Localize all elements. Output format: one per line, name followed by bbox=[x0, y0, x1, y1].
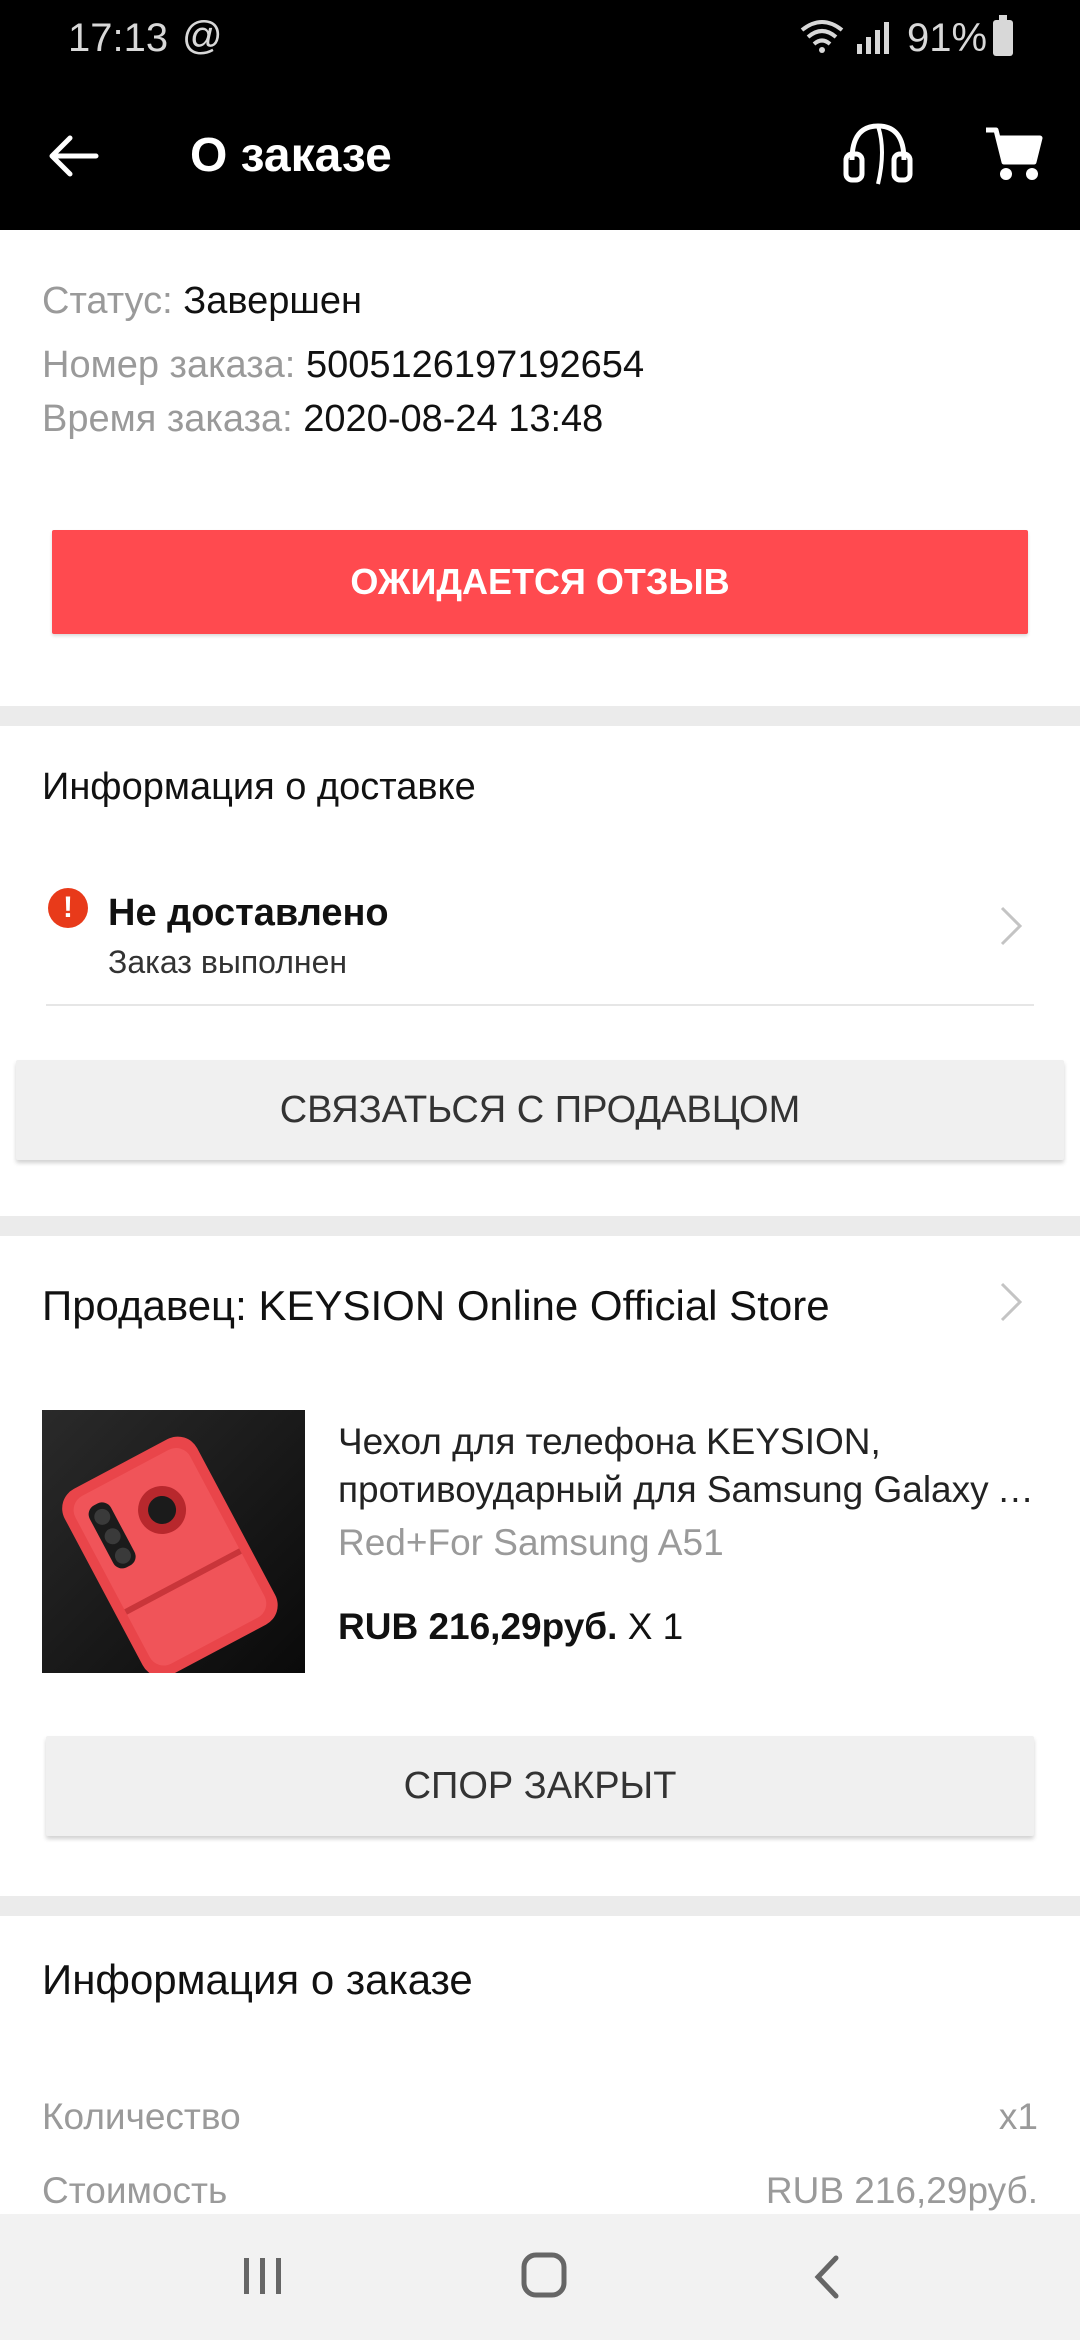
signal-icon bbox=[857, 22, 889, 54]
system-back-icon[interactable] bbox=[810, 2254, 842, 2300]
row-value: RUB 216,29руб. bbox=[765, 2170, 1038, 2211]
back-arrow-icon[interactable] bbox=[44, 126, 104, 186]
order-time-label: Время заказа: bbox=[42, 398, 293, 440]
awaiting-review-button[interactable]: ОЖИДАЕТСЯ ОТЗЫВ bbox=[52, 530, 1028, 634]
product-name-line2: противоударный для Samsung Galaxy A51 bbox=[338, 1469, 1038, 1510]
chevron-right-icon bbox=[1000, 1282, 1023, 1322]
order-status-row: Статус: Завершен bbox=[42, 280, 362, 323]
divider bbox=[46, 1004, 1034, 1006]
alert-icon: ! bbox=[48, 888, 88, 928]
delivery-card: Информация о доставке ! Не доставлено За… bbox=[0, 726, 1080, 1216]
dispute-closed-button[interactable]: СПОР ЗАКРЫТ bbox=[46, 1736, 1034, 1836]
order-time-row: Время заказа: 2020-08-24 13:48 bbox=[42, 398, 603, 441]
contact-seller-button[interactable]: СВЯЗАТЬСЯ С ПРОДАВЦОМ bbox=[16, 1060, 1064, 1160]
seller-name[interactable]: Продавец: KEYSION Online Official Store bbox=[42, 1282, 830, 1330]
recent-apps-icon[interactable] bbox=[240, 2254, 286, 2298]
order-info-row: Стоимость RUB 216,29руб. bbox=[42, 2170, 1038, 2212]
status-time: 17:13 bbox=[68, 16, 169, 60]
home-icon[interactable] bbox=[520, 2250, 568, 2300]
page-title: О заказе bbox=[190, 129, 392, 182]
cart-icon[interactable] bbox=[984, 124, 1044, 184]
app-bar: О заказе bbox=[0, 80, 1080, 230]
seller-card: Продавец: KEYSION Online Official Store bbox=[0, 1236, 1080, 1896]
order-number-value[interactable]: 5005126197192654 bbox=[306, 344, 644, 386]
order-status-card: Статус: Завершен Номер заказа: 500512619… bbox=[0, 230, 1080, 706]
delivery-status-title: Не доставлено bbox=[108, 892, 389, 934]
order-number-row: Номер заказа: 5005126197192654 bbox=[42, 344, 644, 387]
chevron-right-icon bbox=[1000, 906, 1023, 946]
row-value: x1 bbox=[998, 2096, 1038, 2137]
row-label: Количество bbox=[42, 2096, 241, 2137]
status-value: Завершен bbox=[183, 280, 362, 322]
order-time-value: 2020-08-24 13:48 bbox=[303, 398, 604, 440]
product-price: RUB 216,29руб. bbox=[338, 1606, 618, 1647]
product-price-row: RUB 216,29руб. X 1 bbox=[338, 1606, 683, 1648]
product-variant: Red+For Samsung A51 bbox=[338, 1522, 724, 1563]
headset-support-icon[interactable] bbox=[842, 120, 914, 190]
order-info-card: Информация о заказе Количество x1 Стоимо… bbox=[0, 1916, 1080, 2216]
order-info-title: Информация о заказе bbox=[42, 1956, 473, 2003]
delivery-status-subtitle: Заказ выполнен bbox=[108, 944, 348, 980]
product-name-line1: Чехол для телефона KEYSION, bbox=[338, 1421, 881, 1462]
at-symbol: @ bbox=[182, 14, 223, 58]
battery-icon bbox=[993, 15, 1013, 56]
status-label: Статус: bbox=[42, 280, 173, 322]
status-bar: 17:13 @ 91% bbox=[0, 0, 1080, 80]
order-number-label: Номер заказа: bbox=[42, 344, 296, 386]
wifi-icon bbox=[800, 20, 844, 53]
battery-percent: 91% bbox=[907, 16, 988, 60]
order-info-row: Количество x1 bbox=[42, 2096, 1038, 2138]
system-nav-bar bbox=[0, 2214, 1080, 2340]
product-quantity: X 1 bbox=[627, 1606, 684, 1647]
product-image[interactable] bbox=[42, 1410, 305, 1673]
product-name[interactable]: Чехол для телефона KEYSION, противоударн… bbox=[338, 1418, 1038, 1514]
delivery-title: Информация о доставке bbox=[42, 766, 476, 808]
row-label: Стоимость bbox=[42, 2170, 228, 2211]
